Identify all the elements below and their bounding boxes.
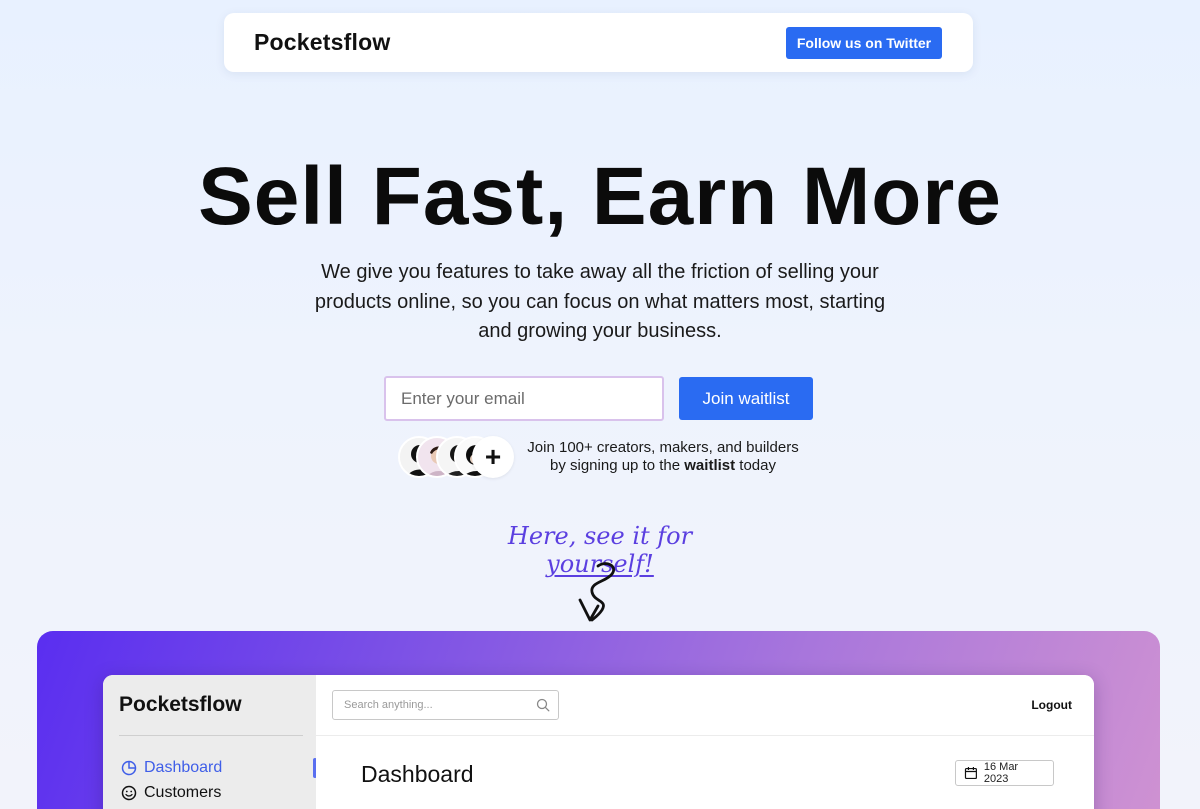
pie-chart-icon: [121, 760, 137, 776]
page-title: Dashboard: [361, 761, 474, 787]
more-avatars-plus-icon: +: [472, 436, 514, 478]
top-navbar: Pocketsflow Follow us on Twitter: [224, 13, 973, 72]
social-proof-text-part: by signing up to the: [550, 457, 685, 474]
app-sidebar: Pocketsflow Dashboard Customers: [103, 675, 317, 809]
sidebar-item-label: Dashboard: [144, 759, 223, 776]
hero-subtitle: We give you features to take away all th…: [314, 261, 886, 342]
search-icon[interactable]: [536, 698, 550, 712]
social-proof-emphasis: waitlist: [684, 457, 736, 474]
smiley-icon: [121, 785, 137, 801]
curly-arrow-icon: [578, 562, 615, 622]
app-main-content: Logout Dashboard 16 Mar 2023: [316, 675, 1094, 809]
app-topbar: Logout: [316, 675, 1094, 736]
sidebar-item-label: Customers: [144, 784, 222, 801]
social-proof-line-2: by signing up to the waitlist today: [518, 457, 808, 475]
callout-text: Here, see it for: [507, 522, 693, 550]
date-value: 16 Mar 2023: [983, 761, 1019, 785]
avatar-stack: +: [398, 436, 518, 478]
social-proof-text-part: today: [735, 457, 776, 474]
sidebar-item-dashboard[interactable]: Dashboard: [121, 759, 222, 777]
sidebar-divider: [119, 735, 303, 736]
sidebar-item-customers[interactable]: Customers: [121, 784, 221, 802]
social-proof-text: Join 100+ creators, makers, and builders…: [518, 439, 808, 475]
social-proof-line-1: Join 100+ creators, makers, and builders: [527, 439, 799, 456]
search-box[interactable]: [332, 690, 559, 720]
join-waitlist-button[interactable]: Join waitlist: [679, 377, 813, 420]
email-input[interactable]: [384, 376, 664, 421]
calendar-icon: [964, 767, 977, 780]
nav-logo[interactable]: Pocketsflow: [254, 29, 390, 56]
search-input[interactable]: [344, 699, 524, 711]
hero-title: Sell Fast, Earn More: [198, 151, 1002, 242]
logout-button[interactable]: Logout: [1031, 698, 1072, 712]
app-logo[interactable]: Pocketsflow: [119, 693, 242, 717]
app-preview-window: Pocketsflow Dashboard Customers Search a…: [103, 675, 1094, 809]
date-picker[interactable]: 16 Mar 2023: [955, 760, 1054, 786]
follow-twitter-button[interactable]: Follow us on Twitter: [786, 26, 942, 59]
